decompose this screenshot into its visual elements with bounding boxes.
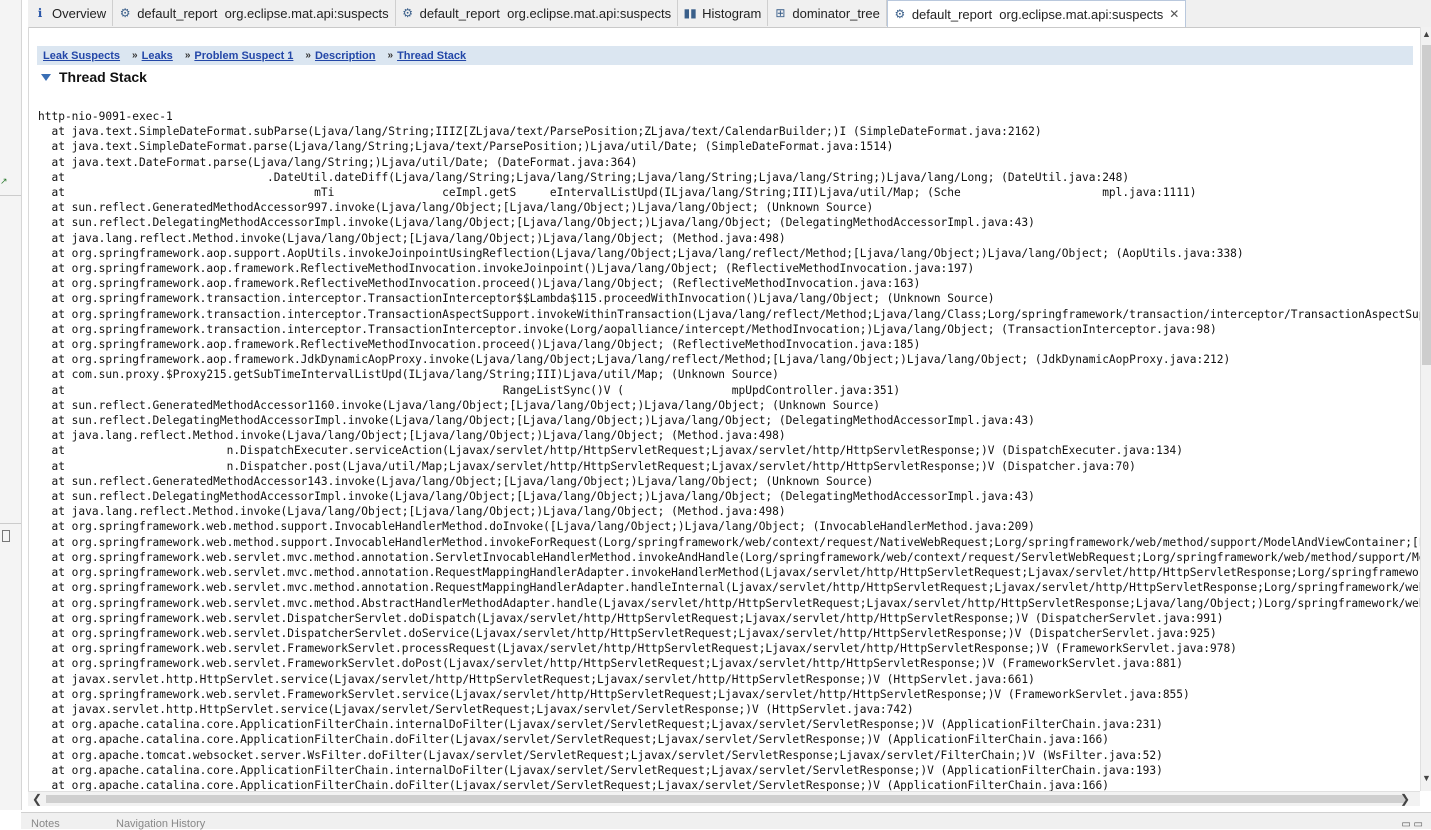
stack-frame: at com.sun.proxy.$Proxy215.getSubTimeInt… xyxy=(38,368,779,382)
tab-label: default_report org.eclipse.mat.api:suspe… xyxy=(137,5,389,21)
editor-tab[interactable]: ⚙ default_report org.eclipse.mat.api:susp… xyxy=(396,0,679,26)
stack-frame: at n.DispatchExecuter.serviceAction(Ljav… xyxy=(38,444,1184,458)
stack-frame: at sun.reflect.GeneratedMethodAccessor14… xyxy=(38,474,874,488)
tab-label: default_report org.eclipse.mat.api:suspe… xyxy=(419,5,672,21)
bottom-tab-notes[interactable]: Notes xyxy=(31,818,60,830)
stack-frame: at java.lang.reflect.Method.invoke(Ljava… xyxy=(38,429,786,443)
collapse-triangle-icon[interactable] xyxy=(41,73,51,81)
stack-frame: at org.springframework.web.servlet.mvc.m… xyxy=(38,581,1421,595)
scroll-up-icon[interactable]: ▲ xyxy=(1421,29,1431,39)
stack-frame: at org.apache.catalina.core.ApplicationF… xyxy=(38,718,1163,732)
stack-frame: at org.springframework.web.servlet.Frame… xyxy=(38,687,1190,701)
stack-frame: at org.apache.catalina.core.ApplicationF… xyxy=(38,778,1109,791)
stack-frame: at org.springframework.web.servlet.Dispa… xyxy=(38,611,1224,625)
stack-frame: at sun.reflect.GeneratedMethodAccessor99… xyxy=(38,201,874,215)
breadcrumb-separator: » xyxy=(184,50,191,61)
section-title: Thread Stack xyxy=(59,69,147,85)
info-icon: ℹ xyxy=(37,6,43,20)
stack-frame: at org.springframework.transaction.inter… xyxy=(38,292,995,306)
histogram-icon: ▮▮ xyxy=(683,6,697,20)
breadcrumb-link[interactable]: Leaks xyxy=(142,50,173,62)
breadcrumb-link[interactable]: Problem Suspect 1 xyxy=(194,50,293,62)
bottom-panel-bar: Notes Navigation History ▭ ▭ xyxy=(21,812,1431,830)
stack-frame: at org.springframework.aop.support.AopUt… xyxy=(38,246,1244,260)
stack-frame: at .DateUtil.dateDiff(Ljava/lang/String;… xyxy=(38,170,1130,184)
stack-frame: at RangeListSync()V ( mpUpdController.ja… xyxy=(38,383,901,397)
stack-frame: at java.lang.reflect.Method.invoke(Ljava… xyxy=(38,505,786,519)
stack-frame: at org.springframework.aop.framework.Jdk… xyxy=(38,353,1231,367)
thread-stack-text: http-nio-9091-exec-1 at java.text.Simple… xyxy=(38,109,1421,791)
editor-tab[interactable]: ⚙ default_report org.eclipse.mat.api:susp… xyxy=(113,0,396,26)
stack-frame: at org.springframework.aop.framework.Ref… xyxy=(38,277,921,291)
vertical-scrollbar[interactable]: ▲ ▼ xyxy=(1420,27,1431,791)
left-panel-strip: ↗ xyxy=(0,0,22,810)
editor-tab[interactable]: ⊞ dominator_tree xyxy=(768,0,887,26)
close-icon[interactable]: ✕ xyxy=(1169,7,1179,21)
stack-frame: at org.springframework.transaction.inter… xyxy=(38,307,1421,321)
editor-tab-bar: ℹ Overview ⚙ default_report org.eclipse.mat… xyxy=(28,0,1431,28)
breadcrumb-separator: » xyxy=(132,50,138,61)
editor-tab[interactable]: ▮▮ Histogram xyxy=(678,0,769,26)
page-icon xyxy=(2,530,10,542)
stack-frame: at org.apache.catalina.core.ApplicationF… xyxy=(38,763,1163,777)
divider xyxy=(0,195,21,196)
stack-frame: at java.text.DateFormat.parse(Ljava/lang… xyxy=(38,155,638,169)
stack-frame: at mTi ceImpl.getS eIntervalListUpd(ILja… xyxy=(38,186,1197,200)
stack-frame: at org.springframework.transaction.inter… xyxy=(38,322,1217,336)
scroll-down-icon[interactable]: ▼ xyxy=(1421,773,1431,783)
tab-label: Histogram xyxy=(702,5,762,21)
report-content: Leak Suspects» Leaks» Problem Suspect 1» De… xyxy=(28,27,1421,791)
breadcrumb-link[interactable]: Leak Suspects xyxy=(43,50,120,62)
stack-frame: at sun.reflect.DelegatingMethodAccessorI… xyxy=(38,490,1035,504)
stack-frame: at org.springframework.web.servlet.mvc.m… xyxy=(38,550,1421,564)
stack-frame: at sun.reflect.DelegatingMethodAccessorI… xyxy=(38,216,1035,230)
stack-frame: at org.springframework.web.method.suppor… xyxy=(38,535,1421,549)
stack-frame: at org.springframework.web.servlet.Frame… xyxy=(38,657,1184,671)
breadcrumb-link[interactable]: Thread Stack xyxy=(397,50,466,62)
editor-tab[interactable]: ⚙ default_report org.eclipse.mat.api:susp… xyxy=(886,0,1187,27)
stack-frame: at org.springframework.aop.framework.Ref… xyxy=(38,338,921,352)
stack-frame: at org.apache.catalina.core.ApplicationF… xyxy=(38,733,1109,747)
breadcrumb-separator: » xyxy=(305,50,311,61)
stack-frame: at javax.servlet.http.HttpServlet.servic… xyxy=(38,672,1035,686)
stack-frame: at sun.reflect.DelegatingMethodAccessorI… xyxy=(38,414,1035,428)
bottom-tab-navigation-history[interactable]: Navigation History xyxy=(116,818,205,830)
stack-frame: at org.springframework.web.servlet.mvc.m… xyxy=(38,566,1421,580)
divider xyxy=(0,523,21,524)
scroll-right-icon[interactable]: ❯ xyxy=(1400,792,1410,806)
stack-frame: at java.lang.reflect.Method.invoke(Ljava… xyxy=(38,231,786,245)
stack-frame: at sun.reflect.GeneratedMethodAccessor11… xyxy=(38,398,880,412)
stack-frame: at org.springframework.web.servlet.Dispa… xyxy=(38,626,1217,640)
report-icon: ⚙ xyxy=(119,6,131,20)
section-header[interactable]: Thread Stack xyxy=(41,69,147,85)
stack-frame: at org.apache.tomcat.websocket.server.Ws… xyxy=(38,748,1163,762)
report-icon: ⚙ xyxy=(894,7,906,21)
stack-frame: at n.Dispatcher.post(Ljava/util/Map;Ljav… xyxy=(38,459,1136,473)
stack-frame: at org.springframework.aop.framework.Ref… xyxy=(38,262,975,276)
editor-tab[interactable]: ℹ Overview xyxy=(28,0,114,26)
breadcrumb-link[interactable]: Description xyxy=(315,50,376,62)
tree-icon: ⊞ xyxy=(775,6,786,20)
minimize-maximize-icons[interactable]: ▭ ▭ xyxy=(1401,819,1423,830)
horizontal-scroll-thumb[interactable] xyxy=(46,795,1406,803)
tab-label: Overview xyxy=(52,5,107,21)
stack-frame: at javax.servlet.http.HttpServlet.servic… xyxy=(38,702,914,716)
thread-name: http-nio-9091-exec-1 xyxy=(38,110,173,123)
breadcrumb: Leak Suspects» Leaks» Problem Suspect 1» De… xyxy=(37,46,1413,65)
arrow-icon: ↗ xyxy=(0,176,8,186)
stack-frame: at java.text.SimpleDateFormat.parse(Ljav… xyxy=(38,140,894,154)
stack-frame: at org.springframework.web.servlet.mvc.m… xyxy=(38,596,1421,610)
stack-frame: at java.text.SimpleDateFormat.subParse(L… xyxy=(38,125,1042,139)
scroll-left-icon[interactable]: ❮ xyxy=(32,792,42,806)
horizontal-scrollbar[interactable]: ❮ ❯ xyxy=(28,791,1420,806)
stack-frame: at org.springframework.web.method.suppor… xyxy=(38,520,1035,534)
vertical-scroll-thumb[interactable] xyxy=(1422,45,1431,365)
report-icon: ⚙ xyxy=(402,6,414,20)
tab-label: dominator_tree xyxy=(792,5,880,21)
stack-frame: at org.springframework.web.servlet.Frame… xyxy=(38,642,1237,656)
breadcrumb-separator: » xyxy=(387,50,394,61)
tab-label: default_report org.eclipse.mat.api:suspe… xyxy=(911,6,1164,22)
